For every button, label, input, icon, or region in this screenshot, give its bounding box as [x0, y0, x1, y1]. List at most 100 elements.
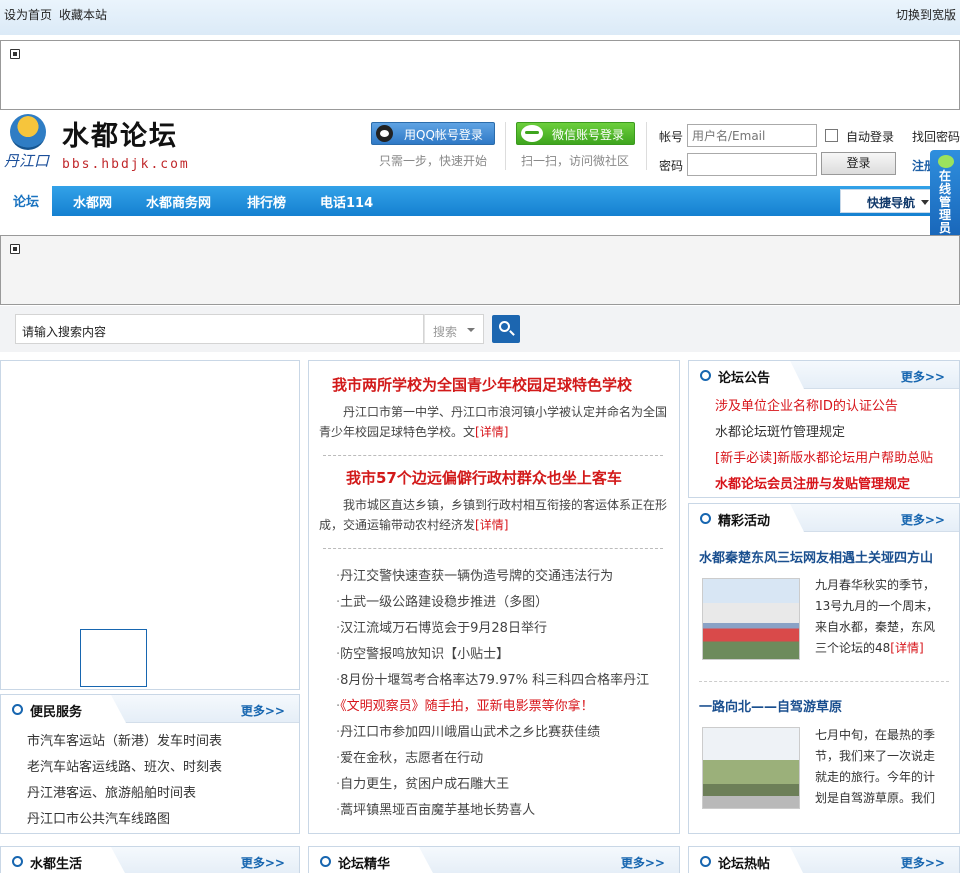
detail-link[interactable]: [详情] — [475, 425, 508, 439]
more-link[interactable]: 更多>> — [901, 511, 945, 528]
news-item[interactable]: ·爱在金秋，志愿者在行动 — [336, 747, 483, 766]
bookmark-link[interactable]: 收藏本站 — [59, 8, 107, 22]
ad-banner-top — [0, 40, 960, 110]
divider — [323, 548, 663, 549]
list-item[interactable]: 市汽车客运站（新港）发车时间表 — [27, 730, 222, 749]
panel-header: 论坛热帖 更多>> — [689, 847, 959, 873]
more-link[interactable]: 更多>> — [901, 854, 945, 871]
essence-panel: 论坛精华 更多>> — [308, 846, 680, 873]
nav-tab-forum[interactable]: 论坛 — [0, 186, 53, 216]
news-item[interactable]: ·8月份十堰驾考合格率达79.97% 科三科四合格率丹江 — [336, 669, 649, 688]
activity-photo[interactable] — [702, 578, 800, 660]
detail-link[interactable]: [详情] — [475, 518, 508, 532]
panel-header: 便民服务 更多>> — [1, 695, 299, 723]
activity-summary: 七月中旬，在最热的季节，我们来了一次说走就走的旅行。今年的计划是自驾游草原。我们 — [815, 728, 936, 805]
quick-nav-dropdown[interactable]: 快捷导航 — [840, 189, 936, 213]
search-button[interactable] — [492, 315, 520, 343]
search-icon — [499, 321, 510, 332]
circle-icon — [320, 856, 331, 867]
divider — [323, 455, 663, 456]
hot-panel: 论坛热帖 更多>> — [688, 846, 960, 873]
account-input[interactable] — [687, 124, 817, 147]
find-password-link[interactable]: 找回密码 — [912, 128, 960, 145]
list-item[interactable]: 老汽车站客运线路、班次、时刻表 — [27, 756, 222, 775]
nav-tab-phone[interactable]: 电话114 — [320, 192, 373, 211]
panel-header: 精彩活动 更多>> — [689, 504, 959, 532]
news-item[interactable]: ·《文明观察员》随手拍，亚新电影票等你拿！ — [336, 695, 594, 714]
qq-login-hint: 只需一步，快速开始 — [379, 154, 488, 168]
activity-title[interactable]: 水都秦楚东风三坛网友相遇土关垭四方山 — [699, 547, 933, 566]
news-item[interactable]: ·土武一级公路建设稳步推进（多图） — [336, 591, 548, 610]
more-link[interactable]: 更多>> — [241, 702, 285, 719]
switch-wide-link[interactable]: 切换到宽版 — [896, 6, 956, 23]
news-item[interactable]: ·防空警报鸣放知识【小贴士】 — [336, 643, 509, 662]
divider — [699, 681, 949, 682]
list-item[interactable]: 丹江港客运、旅游船舶时间表 — [27, 782, 196, 801]
password-input[interactable] — [687, 153, 817, 176]
auto-login-checkbox[interactable] — [825, 129, 838, 142]
nav-tab-shuidu[interactable]: 水都网 — [73, 192, 112, 211]
site-url: bbs.hbdjk.com — [62, 157, 190, 172]
circle-icon — [700, 513, 711, 524]
list-item[interactable]: 涉及单位企业名称ID的认证公告 — [715, 395, 898, 414]
news-item[interactable]: ·汉江流域万石博览会于9月28日举行 — [336, 617, 547, 636]
logo-icon — [10, 114, 46, 150]
more-link[interactable]: 更多>> — [621, 854, 665, 871]
set-home-link[interactable]: 设为首页 — [4, 8, 52, 22]
search-input[interactable]: 请输入搜索内容 — [15, 314, 424, 344]
auto-login-label: 自动登录 — [846, 130, 895, 144]
ad-placeholder-icon — [10, 49, 20, 59]
news-item[interactable]: ·丹江口市参加四川峨眉山武术之乡比赛获佳绩 — [336, 721, 600, 740]
qq-icon — [376, 125, 393, 142]
news-summary: 我市城区直达乡镇，乡镇到行政村相互衔接的客运体系正在形成，交通运输带动农村经济发… — [319, 498, 668, 532]
search-type-select[interactable]: 搜索 — [424, 314, 484, 344]
slideshow-thumbnail[interactable] — [80, 629, 147, 687]
news-item[interactable]: ·丹江交警快速查获一辆伪造号牌的交通违法行为 — [336, 565, 613, 584]
ad-placeholder-icon — [10, 244, 20, 254]
chevron-down-icon — [467, 328, 475, 332]
qq-login-button[interactable]: 用QQ帐号登录 — [371, 122, 495, 145]
login-button[interactable]: 登录 — [821, 152, 896, 175]
chat-bubble-icon — [938, 155, 954, 168]
more-link[interactable]: 更多>> — [901, 368, 945, 385]
divider — [505, 122, 506, 170]
nav-tab-ranking[interactable]: 排行榜 — [247, 192, 286, 211]
list-item[interactable]: [新手必读]新版水都论坛用户帮助总贴 — [715, 447, 933, 466]
wechat-icon — [521, 125, 543, 142]
detail-link[interactable]: [详情] — [890, 641, 923, 655]
activity-title[interactable]: 一路向北——自驾游草原 — [699, 696, 842, 715]
panel-title: 论坛公告 — [718, 371, 771, 386]
site-title[interactable]: 水都论坛 — [62, 114, 178, 153]
headline[interactable]: 我市57个边远偏僻行政村群众也坐上客车 — [346, 467, 622, 488]
nav-tab-business[interactable]: 水都商务网 — [146, 192, 211, 211]
chevron-down-icon — [921, 200, 929, 205]
top-bar: 设为首页 收藏本站 切换到宽版 — [0, 0, 960, 35]
activity-photo[interactable] — [702, 727, 800, 809]
announcements-panel: 论坛公告 更多>> 涉及单位企业名称ID的认证公告 水都论坛斑竹管理规定 [新手… — [688, 360, 960, 498]
list-item[interactable]: 水都论坛斑竹管理规定 — [715, 421, 845, 440]
logo-script: 丹江口 — [4, 152, 50, 170]
panel-title: 论坛精华 — [338, 857, 391, 872]
circle-icon — [700, 370, 711, 381]
wechat-login-hint: 扫一扫，访问微社区 — [521, 154, 630, 168]
news-item[interactable]: ·蒿坪镇黑垭百亩魔芋基地长势喜人 — [336, 799, 535, 818]
news-summary: 丹江口市第一中学、丹江口市浪河镇小学被认定并命名为全国青少年校园足球特色学校。文… — [319, 405, 668, 439]
search-type-label: 搜索 — [433, 325, 458, 339]
activity-summary: 九月春华秋实的季节，13号九月的一个周末，来自水都，秦楚，东风三个论坛的48[详… — [815, 578, 939, 655]
password-label: 密码 — [659, 159, 684, 173]
more-link[interactable]: 更多>> — [241, 854, 285, 871]
wechat-login-label: 微信账号登录 — [552, 128, 625, 142]
panel-header: 水都生活 更多>> — [1, 847, 299, 873]
panel-header: 论坛公告 更多>> — [689, 361, 959, 389]
headline[interactable]: 我市两所学校为全国青少年校园足球特色学校 — [332, 374, 632, 395]
main-nav: 论坛 水都网 水都商务网 排行榜 电话114 — [0, 186, 960, 216]
quick-nav-label: 快捷导航 — [867, 196, 916, 210]
panel-title: 论坛热帖 — [718, 857, 771, 872]
news-item[interactable]: ·自力更生，贫困户成石雕大王 — [336, 773, 509, 792]
circle-icon — [12, 704, 23, 715]
ad-banner-middle — [0, 235, 960, 305]
list-item[interactable]: 丹江口市公共汽车线路图 — [27, 808, 170, 827]
list-item[interactable]: 水都论坛会员注册与发贴管理规定 — [715, 473, 910, 492]
divider — [646, 122, 647, 170]
wechat-login-button[interactable]: 微信账号登录 — [516, 122, 635, 145]
